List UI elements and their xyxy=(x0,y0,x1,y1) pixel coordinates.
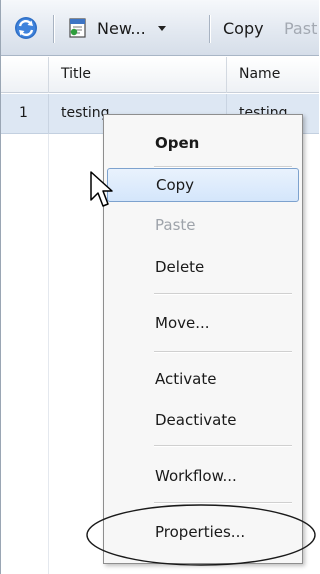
column-header-name-label: Name xyxy=(239,66,281,82)
menu-item-copy[interactable]: Copy xyxy=(107,168,299,202)
paste-button-label: Past xyxy=(284,18,318,38)
menu-item-paste[interactable]: Paste xyxy=(107,209,299,243)
menu-item-label: Deactivate xyxy=(155,411,237,429)
column-header-name[interactable]: Name xyxy=(227,57,319,93)
menu-separator xyxy=(154,293,292,294)
toolbar: New... Copy Past xyxy=(1,0,319,56)
refresh-button[interactable] xyxy=(11,0,41,56)
menu-separator xyxy=(154,166,292,167)
context-menu: Open Copy Paste Delete Move... Activate … xyxy=(103,114,303,564)
menu-item-workflow[interactable]: Workflow... xyxy=(107,460,299,494)
refresh-icon xyxy=(15,17,37,39)
menu-item-label: Paste xyxy=(155,216,196,234)
paste-button[interactable]: Past xyxy=(284,0,317,56)
menu-item-move[interactable]: Move... xyxy=(107,307,299,341)
row-number: 1 xyxy=(19,105,28,121)
menu-item-activate[interactable]: Activate xyxy=(107,363,299,397)
menu-item-label: Move... xyxy=(155,314,210,332)
menu-item-label: Delete xyxy=(155,258,205,276)
menu-item-label: Open xyxy=(155,134,200,152)
chevron-down-icon[interactable] xyxy=(157,25,166,31)
column-header-rownum[interactable] xyxy=(1,57,49,93)
column-divider xyxy=(48,94,49,134)
menu-item-delete[interactable]: Delete xyxy=(107,251,299,285)
mouse-pointer-icon xyxy=(90,171,113,207)
menu-item-deactivate[interactable]: Deactivate xyxy=(107,404,299,438)
menu-item-label: Workflow... xyxy=(155,467,237,485)
menu-item-label: Copy xyxy=(156,176,195,194)
menu-separator xyxy=(154,445,292,446)
new-button-label: New... xyxy=(97,18,146,38)
column-header-title[interactable]: Title xyxy=(49,57,227,93)
menu-item-label: Activate xyxy=(155,370,217,388)
grid-header: Title Name xyxy=(1,57,319,93)
annotation-ellipse xyxy=(86,504,316,566)
new-button[interactable]: New... xyxy=(67,0,166,56)
copy-button-label: Copy xyxy=(223,18,264,38)
rownum-column-line xyxy=(48,134,49,574)
toolbar-separator xyxy=(209,15,210,43)
column-header-title-label: Title xyxy=(61,66,92,82)
toolbar-separator xyxy=(53,15,54,43)
menu-separator xyxy=(154,351,292,352)
app-window: New... Copy Past Title Name 1 testing te… xyxy=(0,0,319,574)
menu-item-open[interactable]: Open xyxy=(107,127,299,161)
new-document-icon xyxy=(69,18,86,38)
copy-button[interactable]: Copy xyxy=(223,0,264,56)
